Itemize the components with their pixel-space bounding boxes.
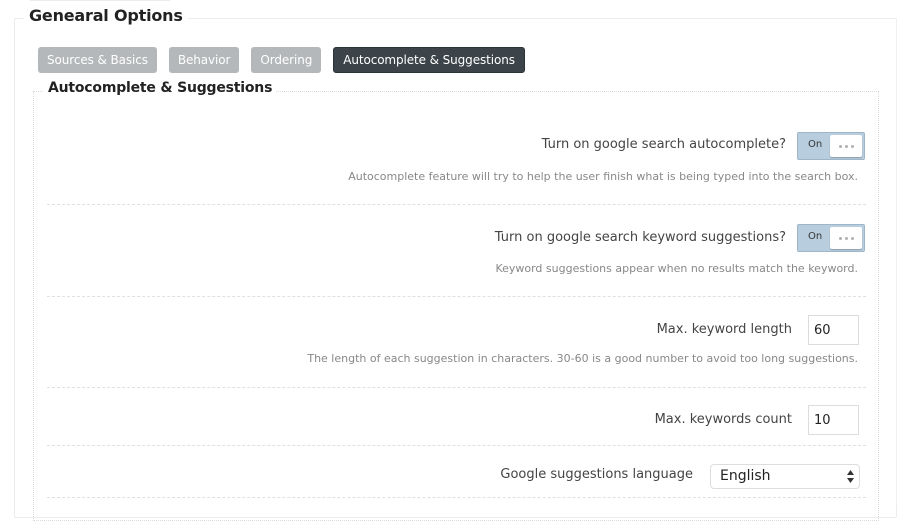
autocomplete-toggle[interactable]: On (797, 132, 865, 160)
tab-behavior[interactable]: Behavior (168, 47, 240, 73)
keyword-suggestions-description: Keyword suggestions appear when no resul… (495, 262, 858, 275)
select-arrows-icon (847, 470, 854, 483)
option-row-keyword-suggestions: Turn on google search keyword suggestion… (47, 205, 866, 297)
keyword-suggestions-label: Turn on google search keyword suggestion… (494, 230, 786, 245)
autocomplete-label: Turn on google search autocomplete? (541, 137, 786, 152)
tab-sources-basics[interactable]: Sources & Basics (38, 47, 157, 73)
divider (896, 18, 897, 506)
selected-language: English (720, 468, 771, 484)
tab-ordering[interactable]: Ordering (251, 47, 322, 73)
dot-icon (844, 236, 848, 240)
max-keyword-length-input[interactable] (808, 315, 859, 345)
dot-icon (838, 144, 842, 148)
divider (30, 0, 170, 1)
toggle-state-text: On (808, 139, 823, 150)
dot-icon (844, 144, 848, 148)
tab-autocomplete-suggestions[interactable]: Autocomplete & Suggestions (333, 47, 525, 73)
suggestions-language-select[interactable]: English (710, 464, 860, 489)
max-keyword-length-description: The length of each suggestion in charact… (307, 352, 858, 365)
dot-icon (838, 236, 842, 240)
option-row-autocomplete: Turn on google search autocomplete? On A… (47, 114, 866, 205)
dot-icon (850, 236, 854, 240)
autocomplete-description: Autocomplete feature will try to help th… (348, 170, 858, 183)
toggle-knob[interactable] (830, 135, 862, 157)
dot-icon (850, 144, 854, 148)
keyword-suggestions-toggle[interactable]: On (797, 224, 865, 252)
toggle-state-text: On (808, 231, 823, 242)
max-keyword-length-label: Max. keyword length (656, 322, 792, 337)
panel-title: Genearal Options (24, 6, 188, 25)
options-tabs: Sources & Basics Behavior Ordering Autoc… (38, 47, 525, 73)
section-title: Autocomplete & Suggestions (44, 80, 277, 96)
max-keywords-count-label: Max. keywords count (654, 412, 792, 427)
max-keywords-count-input[interactable] (808, 405, 859, 435)
option-row-max-keyword-length: Max. keyword length The length of each s… (47, 297, 866, 388)
toggle-knob[interactable] (830, 227, 862, 249)
option-row-max-keywords-count: Max. keywords count (47, 388, 866, 446)
option-row-suggestions-language: Google suggestions language English (47, 446, 866, 498)
suggestions-language-label: Google suggestions language (500, 467, 693, 482)
